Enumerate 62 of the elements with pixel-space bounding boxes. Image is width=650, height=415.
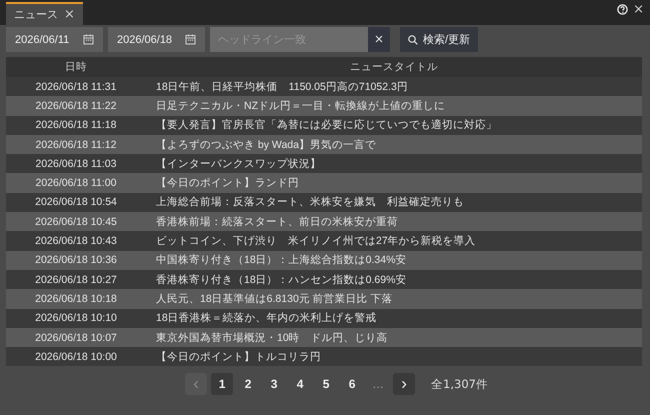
date-value: 2026/06/11 [15,34,70,46]
table-cell-text: 2026/06/18 11:12 [34,138,118,151]
table-cell-text: 【今日のポイント】ランド円 [155,176,300,190]
search-icon [408,34,418,44]
table-cell-text: 日足テクニカル・NZドル円＝一目・転換線が上値の重しに [155,98,446,113]
table-cell-text: 香港株前場：続落スタート、前日の米株安が重荷 [155,214,399,229]
table-cell-text: 2026/06/18 11:22 [34,100,118,112]
page-button[interactable]: 3 [263,373,286,396]
close-button[interactable]: × [633,4,644,15]
table-cell-text: 上海総合前場：反落スタート、米株安を嫌気 利益確定売りも [155,195,465,210]
table-cell-text: 中国株寄り付き（18日）：上海総合指数は0.34%安 [155,253,408,268]
table-cell-text: 2026/06/18 10:54 [34,196,118,208]
table-cell-text: 18日午前、日経平均株価 1150.05円高の71052.3円 [155,80,409,94]
page-button[interactable]: 5 [315,373,338,396]
page-button[interactable]: 1 [211,373,234,396]
table-cell-text: 【よろずのつぶやき by Wada】男気の一言で [155,138,377,152]
table-cell-text: 2026/06/18 10:45 [34,216,118,228]
table-cell-text: 2026/06/18 11:03 [34,158,118,170]
column-header[interactable]: 日時 [6,60,146,74]
column-header[interactable]: ニュースタイトル [146,60,642,74]
table-cell-text: ビットコイン、下げ渋り 米イリノイ州では27年から新税を導入 [155,234,477,248]
table-cell-text: 【要人発言】官房長官「為替には必要に応じていつでも適切に対応」 [155,118,498,132]
table-row[interactable]: 2026/06/18 10:36 中国株寄り付き（18日）：上海総合指数は0.34%安 [6,250,642,270]
calendar-icon[interactable] [83,34,94,45]
table-cell-text: 2026/06/18 10:18 [34,292,118,305]
table-cell-text: 東京外国為替市場概況・10時 ドル円、じり高 [155,330,389,344]
tab[interactable]: ニュース × [6,2,83,25]
table-cell-text: 2026/06/18 11:18 [34,119,118,132]
calendar-icon[interactable] [185,34,196,45]
tab-label: ニュース [14,7,58,22]
next-page-button[interactable]: › [393,373,416,396]
table-row[interactable]: 2026/06/18 11:12 【よろずのつぶやき by Wada】男気の一言で [6,134,642,154]
total-count: 全1,307件 [431,376,488,392]
table-cell-text: 2026/06/18 10:36 [34,254,118,266]
table-cell-text: 18日香港株＝続落か、年内の米利上げを警戒 [155,311,378,326]
close-button[interactable]: × [64,7,75,22]
search-button[interactable]: 検索/更新 [400,27,478,52]
date-field[interactable]: 2026/06/11 [6,27,103,52]
ellipsis: … [372,378,385,391]
table-row[interactable]: 2026/06/18 11:00 【今日のポイント】ランド円 [6,173,642,193]
table-cell-text: 2026/06/18 10:07 [34,332,118,344]
date-value: 2026/06/18 [117,34,172,46]
table-cell-text: 2026/06/18 10:43 [34,235,118,248]
page-button[interactable]: 4 [289,373,312,396]
table-cell-text: 2026/06/18 10:27 [34,274,118,286]
date-field[interactable]: 2026/06/18 [108,27,205,52]
clear-button[interactable]: × [368,27,390,52]
page-button[interactable]: 2 [237,373,260,396]
table-row[interactable]: 2026/06/18 11:22 日足テクニカル・NZドル円＝一目・転換線が上値の重しに [6,96,642,116]
table-cell-text: 2026/06/18 10:10 [34,312,118,324]
table-cell-text: 【今日のポイント】トルコリラ円 [155,350,322,364]
table-cell-text: 2026/06/18 11:31 [34,80,118,93]
table-cell-text: 【インターバンクスワップ状況】 [155,156,322,171]
page-button[interactable]: 6 [341,373,364,396]
table-cell-text: 香港株寄り付き（18日）：ハンセン指数は0.69%安 [155,272,408,287]
table-row[interactable]: 2026/06/18 10:18 人民元、18日基準値は6.8130元 前営業日比 下落 [6,289,642,309]
help-icon[interactable] [617,4,628,15]
table-cell-text: 2026/06/18 10:00 [34,350,118,363]
table-row[interactable]: 2026/06/18 10:07 東京外国為替市場概況・10時 ドル円、じり高 [6,328,642,348]
table-cell-text: 2026/06/18 11:00 [34,177,118,190]
table-cell-text: 人民元、18日基準値は6.8130元 前営業日比 下落 [155,292,394,306]
table-row[interactable]: 2026/06/18 10:45 香港株前場：続落スタート、前日の米株安が重荷 [6,212,642,232]
